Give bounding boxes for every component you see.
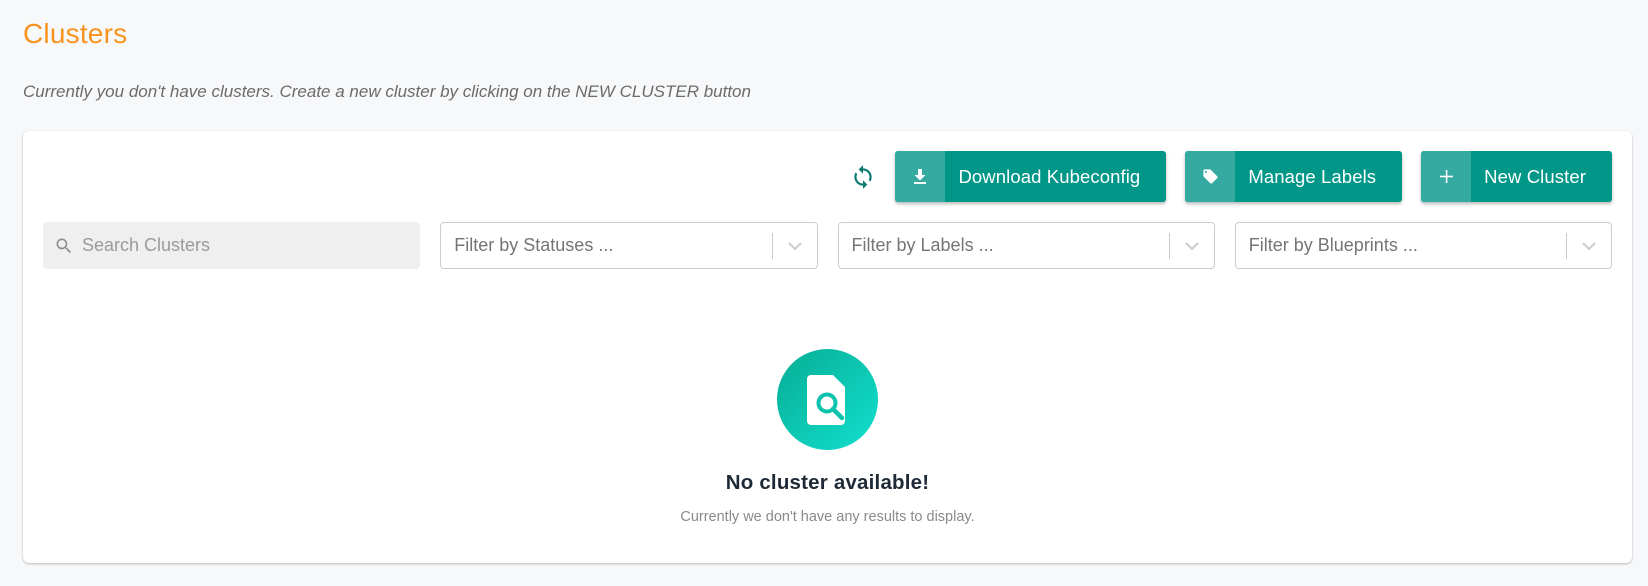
search-input[interactable]: [82, 235, 402, 256]
tag-icon: [1185, 151, 1236, 202]
page-subtitle: Currently you don't have clusters. Creat…: [23, 82, 751, 101]
search-icon: [56, 238, 72, 253]
labels-filter-select[interactable]: Filter by Labels ...: [837, 222, 1215, 269]
page-title: Clusters: [23, 18, 128, 49]
download-icon: [895, 151, 946, 202]
labels-filter-placeholder: Filter by Labels ...: [851, 235, 994, 255]
refresh-button[interactable]: [848, 162, 878, 192]
chevron-down-icon[interactable]: [1567, 241, 1611, 251]
blueprints-filter-placeholder: Filter by Blueprints ...: [1248, 235, 1418, 255]
file-search-icon: [777, 349, 878, 450]
chevron-down-icon[interactable]: [773, 241, 817, 251]
chevron-down-icon[interactable]: [1170, 241, 1214, 251]
toolbar: Download Kubeconfig Manage Labels New Cl…: [848, 151, 1612, 202]
empty-state-title: No cluster available!: [725, 471, 930, 494]
plus-icon: [1421, 151, 1472, 202]
manage-labels-button[interactable]: Manage Labels: [1185, 151, 1403, 202]
empty-state-text: Currently we don't have any results to d…: [680, 509, 975, 525]
filter-bar: Filter by Statuses ... Filter by Labels …: [43, 222, 1613, 269]
empty-state: No cluster available! Currently we don't…: [23, 349, 1632, 525]
status-filter-select[interactable]: Filter by Statuses ...: [440, 222, 818, 269]
refresh-icon: [854, 164, 873, 189]
blueprints-filter-select[interactable]: Filter by Blueprints ...: [1234, 222, 1613, 269]
manage-labels-label: Manage Labels: [1248, 165, 1377, 187]
download-kubeconfig-button[interactable]: Download Kubeconfig: [895, 151, 1167, 202]
new-cluster-button[interactable]: New Cluster: [1421, 151, 1612, 202]
status-filter-placeholder: Filter by Statuses ...: [454, 235, 614, 255]
clusters-card: Download Kubeconfig Manage Labels New Cl…: [23, 131, 1632, 563]
download-kubeconfig-label: Download Kubeconfig: [958, 165, 1141, 187]
search-box[interactable]: [43, 222, 421, 269]
new-cluster-label: New Cluster: [1484, 165, 1586, 187]
